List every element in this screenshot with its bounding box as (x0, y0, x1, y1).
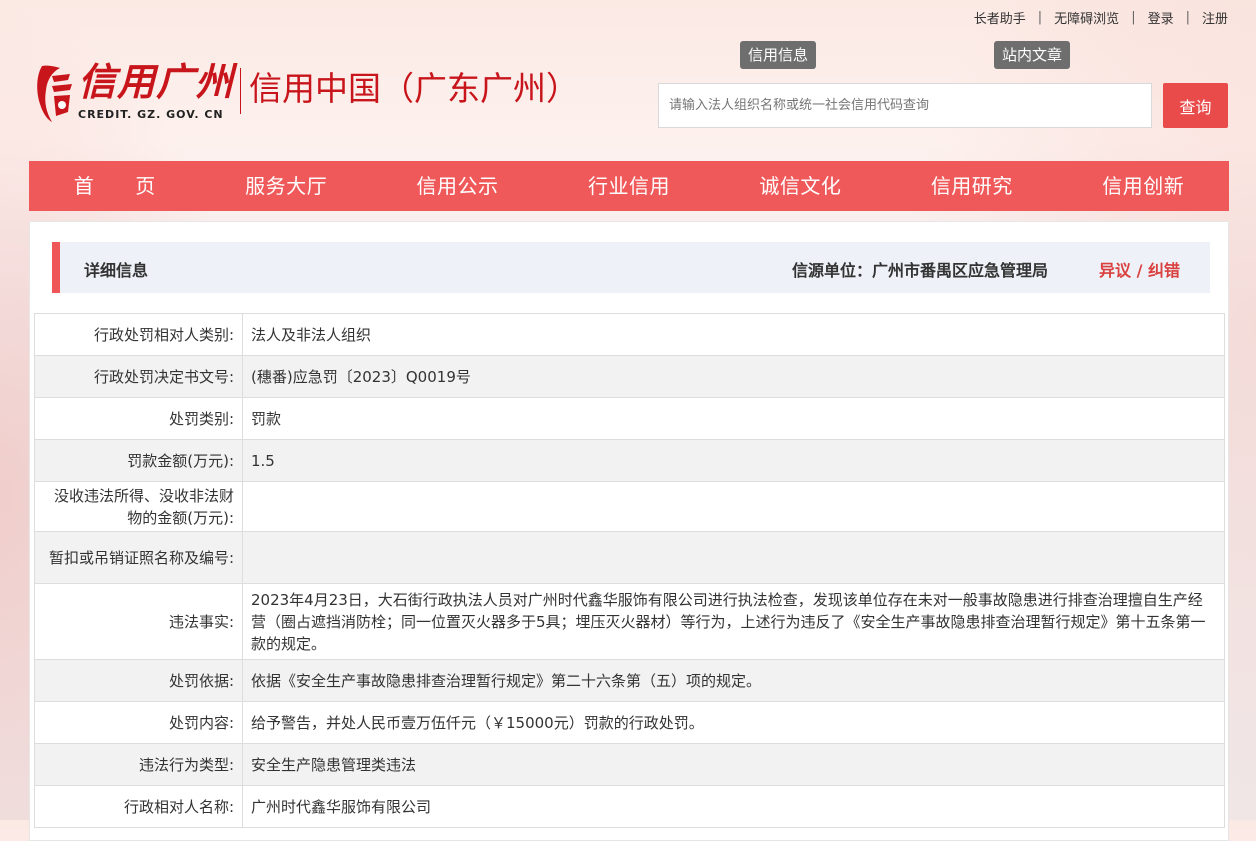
table-row: 没收违法所得、没收非法财物的金额(万元): (34, 481, 1225, 532)
credit-seal-icon (34, 62, 76, 122)
row-label: 处罚类别: (34, 397, 243, 440)
register-link[interactable]: 注册 (1190, 8, 1240, 27)
top-links: 长者助手 | 无障碍浏览 | 登录 | 注册 (962, 8, 1240, 27)
nav-credit-research[interactable]: 信用研究 (886, 161, 1057, 211)
logo-domain: CREDIT. GZ. GOV. CN (78, 108, 224, 121)
row-value: (穗番)应急罚〔2023〕Q0019号 (242, 355, 1225, 398)
row-value: 罚款 (242, 397, 1225, 440)
row-value (242, 481, 1225, 532)
main-nav: 首 页 服务大厅 信用公示 行业信用 诚信文化 信用研究 信用创新 (29, 161, 1229, 211)
source-unit: 信源单位：广州市番禺区应急管理局 (791, 261, 1048, 280)
logo-divider (240, 68, 242, 114)
accessibility-link[interactable]: 无障碍浏览 (1042, 8, 1131, 27)
row-label: 行政相对人名称: (34, 785, 243, 828)
row-label: 没收违法所得、没收非法财物的金额(万元): (34, 481, 243, 532)
table-row: 处罚类别: 罚款 (34, 397, 1225, 440)
row-label: 处罚依据: (34, 659, 243, 702)
row-value: 法人及非法人组织 (242, 313, 1225, 356)
table-row: 处罚依据: 依据《安全生产事故隐患排查治理暂行规定》第二十六条第（五）项的规定。 (34, 659, 1225, 702)
row-value: 给予警告，并处人民币壹万伍仟元（￥15000元）罚款的行政处罚。 (242, 701, 1225, 744)
row-label: 违法行为类型: (34, 743, 243, 786)
nav-credit-innovation[interactable]: 信用创新 (1058, 161, 1229, 211)
row-label: 违法事实: (34, 583, 243, 660)
row-label: 行政处罚相对人类别: (34, 313, 243, 356)
row-value: 广州时代鑫华服饰有限公司 (242, 785, 1225, 828)
table-row: 暂扣或吊销证照名称及编号: (34, 531, 1225, 584)
nav-home[interactable]: 首 页 (29, 161, 200, 211)
detail-table: 行政处罚相对人类别: 法人及非法人组织 行政处罚决定书文号: (穗番)应急罚〔2… (34, 313, 1225, 828)
row-value: 1.5 (242, 439, 1225, 482)
detail-title: 详细信息 (84, 261, 149, 280)
logo-subtitle: 信用中国（广东广州） (249, 69, 580, 108)
nav-industry-credit[interactable]: 行业信用 (543, 161, 714, 211)
objection-link[interactable]: 异议 / 纠错 (1099, 257, 1180, 281)
row-label: 处罚内容: (34, 701, 243, 744)
search-button[interactable]: 查询 (1163, 83, 1228, 128)
search-tab-site-articles[interactable]: 站内文章 (994, 41, 1071, 69)
row-label: 罚款金额(万元): (34, 439, 243, 482)
detail-header: 详细信息 信源单位：广州市番禺区应急管理局 异议 / 纠错 (52, 242, 1210, 293)
row-label: 行政处罚决定书文号: (34, 355, 243, 398)
table-row: 行政相对人名称: 广州时代鑫华服饰有限公司 (34, 785, 1225, 828)
nav-credit-publicity[interactable]: 信用公示 (372, 161, 543, 211)
login-link[interactable]: 登录 (1136, 8, 1186, 27)
table-row: 行政处罚决定书文号: (穗番)应急罚〔2023〕Q0019号 (34, 355, 1225, 398)
search-input[interactable] (658, 83, 1152, 128)
table-row: 处罚内容: 给予警告，并处人民币壹万伍仟元（￥15000元）罚款的行政处罚。 (34, 701, 1225, 744)
row-value: 2023年4月23日，大石街行政执法人员对广州时代鑫华服饰有限公司进行执法检查，… (242, 583, 1225, 660)
row-label: 暂扣或吊销证照名称及编号: (34, 531, 243, 584)
table-row: 行政处罚相对人类别: 法人及非法人组织 (34, 313, 1225, 356)
row-value: 依据《安全生产事故隐患排查治理暂行规定》第二十六条第（五）项的规定。 (242, 659, 1225, 702)
search-tab-credit-info[interactable]: 信用信息 (740, 41, 817, 69)
table-row: 违法行为类型: 安全生产隐患管理类违法 (34, 743, 1225, 786)
table-row: 违法事实: 2023年4月23日，大石街行政执法人员对广州时代鑫华服饰有限公司进… (34, 583, 1225, 660)
logo-title: 信用广州 (78, 62, 235, 104)
nav-service-hall[interactable]: 服务大厅 (200, 161, 371, 211)
row-value (242, 531, 1225, 584)
site-logo[interactable]: 信用广州 CREDIT. GZ. GOV. CN 信用中国（广东广州） (34, 62, 579, 132)
row-value: 安全生产隐患管理类违法 (242, 743, 1225, 786)
elder-helper-link[interactable]: 长者助手 (962, 8, 1038, 27)
table-row: 罚款金额(万元): 1.5 (34, 439, 1225, 482)
nav-integrity-culture[interactable]: 诚信文化 (715, 161, 886, 211)
